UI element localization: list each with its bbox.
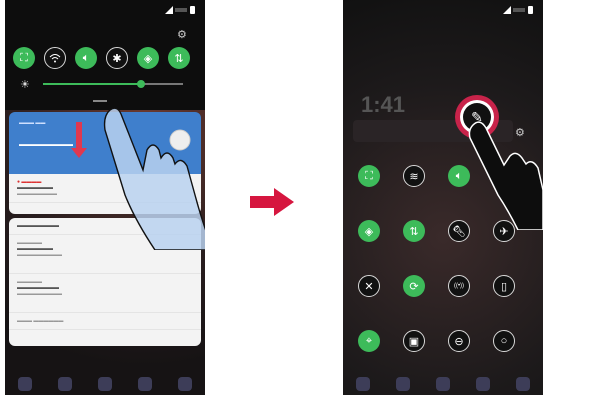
minus-icon: ⊖ — [454, 335, 464, 348]
app-icon[interactable] — [396, 377, 410, 391]
wifi-tile[interactable] — [44, 47, 66, 69]
circle-icon: ○ — [500, 335, 508, 347]
expand-icon: ⛶ — [365, 169, 373, 182]
phone-before: ⚙ ⛶ 🔈︎ ✱ ◈ ⇅ ☀ ▬▬▬ ▬▬ ▬▬▬▬▬▬▬▬▬ ● ▬▬▬▬ ▬▬… — [5, 0, 205, 395]
wifi-icon: ≋ — [409, 170, 419, 183]
list-item[interactable]: ▬▬▬▬▬ ▬▬▬▬▬▬▬ ▬▬▬▬▬▬▬▬▬ — [9, 274, 201, 313]
app-icon[interactable] — [516, 377, 530, 391]
settings-icon[interactable]: ⚙ — [177, 28, 187, 41]
rotate-icon: ◈ — [364, 225, 374, 238]
location-icon: ⌖ — [365, 334, 373, 347]
hotspot-tile[interactable]: ((•)) — [448, 275, 470, 297]
book-tile[interactable]: ▣ — [403, 330, 425, 352]
sync-icon: ⟳ — [409, 280, 419, 293]
status-bar — [155, 6, 195, 14]
status-bar — [493, 6, 533, 14]
app-icon[interactable] — [18, 377, 32, 391]
swiping-hand-illustration — [103, 107, 205, 250]
phone-after: 1:41 ⚙ ✎ ⛶ ≋ 🔈︎ ◈ ⇅ 🔦︎ ✈ ✕ ⟳ ((•)) ▯ ⌖ ▣ ⊖ ○ — [343, 0, 543, 395]
swipe-arrow-shaft — [76, 122, 82, 148]
rotate-tile[interactable]: ◈ — [358, 220, 380, 242]
brightness-knob[interactable] — [137, 80, 145, 88]
sound-icon: 🔈︎ — [455, 169, 463, 182]
sound-tile[interactable]: 🔈︎ — [448, 165, 470, 187]
rotate-tile[interactable]: ◈ — [137, 47, 159, 69]
battery-icon — [528, 6, 533, 14]
battery-icon: ▯ — [500, 280, 508, 293]
circle-tile[interactable]: ○ — [493, 330, 515, 352]
app-icon[interactable] — [138, 377, 152, 391]
brightness-slider[interactable] — [43, 80, 183, 88]
transition-arrow-icon — [250, 188, 294, 216]
dismiss-icon — [169, 129, 191, 151]
signal-icon — [503, 6, 511, 14]
book-icon: ▣ — [408, 335, 420, 348]
flashlight-icon: 🔦︎ — [452, 225, 466, 238]
app-dock — [343, 373, 543, 395]
tapping-hand-illustration — [468, 121, 543, 230]
expand-tile[interactable]: ⛶ — [13, 47, 35, 69]
app-icon[interactable] — [476, 377, 490, 391]
flashlight-tile[interactable]: 🔦︎ — [448, 220, 470, 242]
location-tile[interactable]: ⌖ — [358, 330, 380, 352]
sync-tile[interactable]: ⟳ — [403, 275, 425, 297]
app-icon[interactable] — [178, 377, 192, 391]
minus-tile[interactable]: ⊖ — [448, 330, 470, 352]
app-dock — [5, 373, 205, 395]
app-icon[interactable] — [98, 377, 112, 391]
app-icon[interactable] — [436, 377, 450, 391]
wifi-tile[interactable]: ≋ — [403, 165, 425, 187]
expand-tile[interactable]: ⛶ — [358, 165, 380, 187]
app-icon[interactable] — [356, 377, 370, 391]
list-item[interactable]: ▬▬▬ ▬▬▬▬▬▬ — [9, 313, 201, 330]
battery-icon — [190, 6, 195, 14]
sound-tile[interactable]: 🔈︎ — [75, 47, 97, 69]
nfc-icon: ✕ — [364, 280, 374, 293]
wifi-icon — [49, 54, 61, 63]
brightness-icon: ☀ — [20, 79, 30, 91]
battery-tile[interactable]: ▯ — [493, 275, 515, 297]
app-icon[interactable] — [58, 377, 72, 391]
nfc-tile[interactable]: ✕ — [358, 275, 380, 297]
clock-text: 1:41 — [361, 92, 406, 117]
bluetooth-tile[interactable]: ✱ — [106, 47, 128, 69]
data-icon: ⇅ — [409, 225, 419, 238]
data-tile[interactable]: ⇅ — [403, 220, 425, 242]
hotspot-icon: ((•)) — [453, 283, 465, 289]
data-tile[interactable]: ⇅ — [168, 47, 190, 69]
signal-icon — [165, 6, 173, 14]
swipe-arrow-head — [71, 148, 87, 158]
